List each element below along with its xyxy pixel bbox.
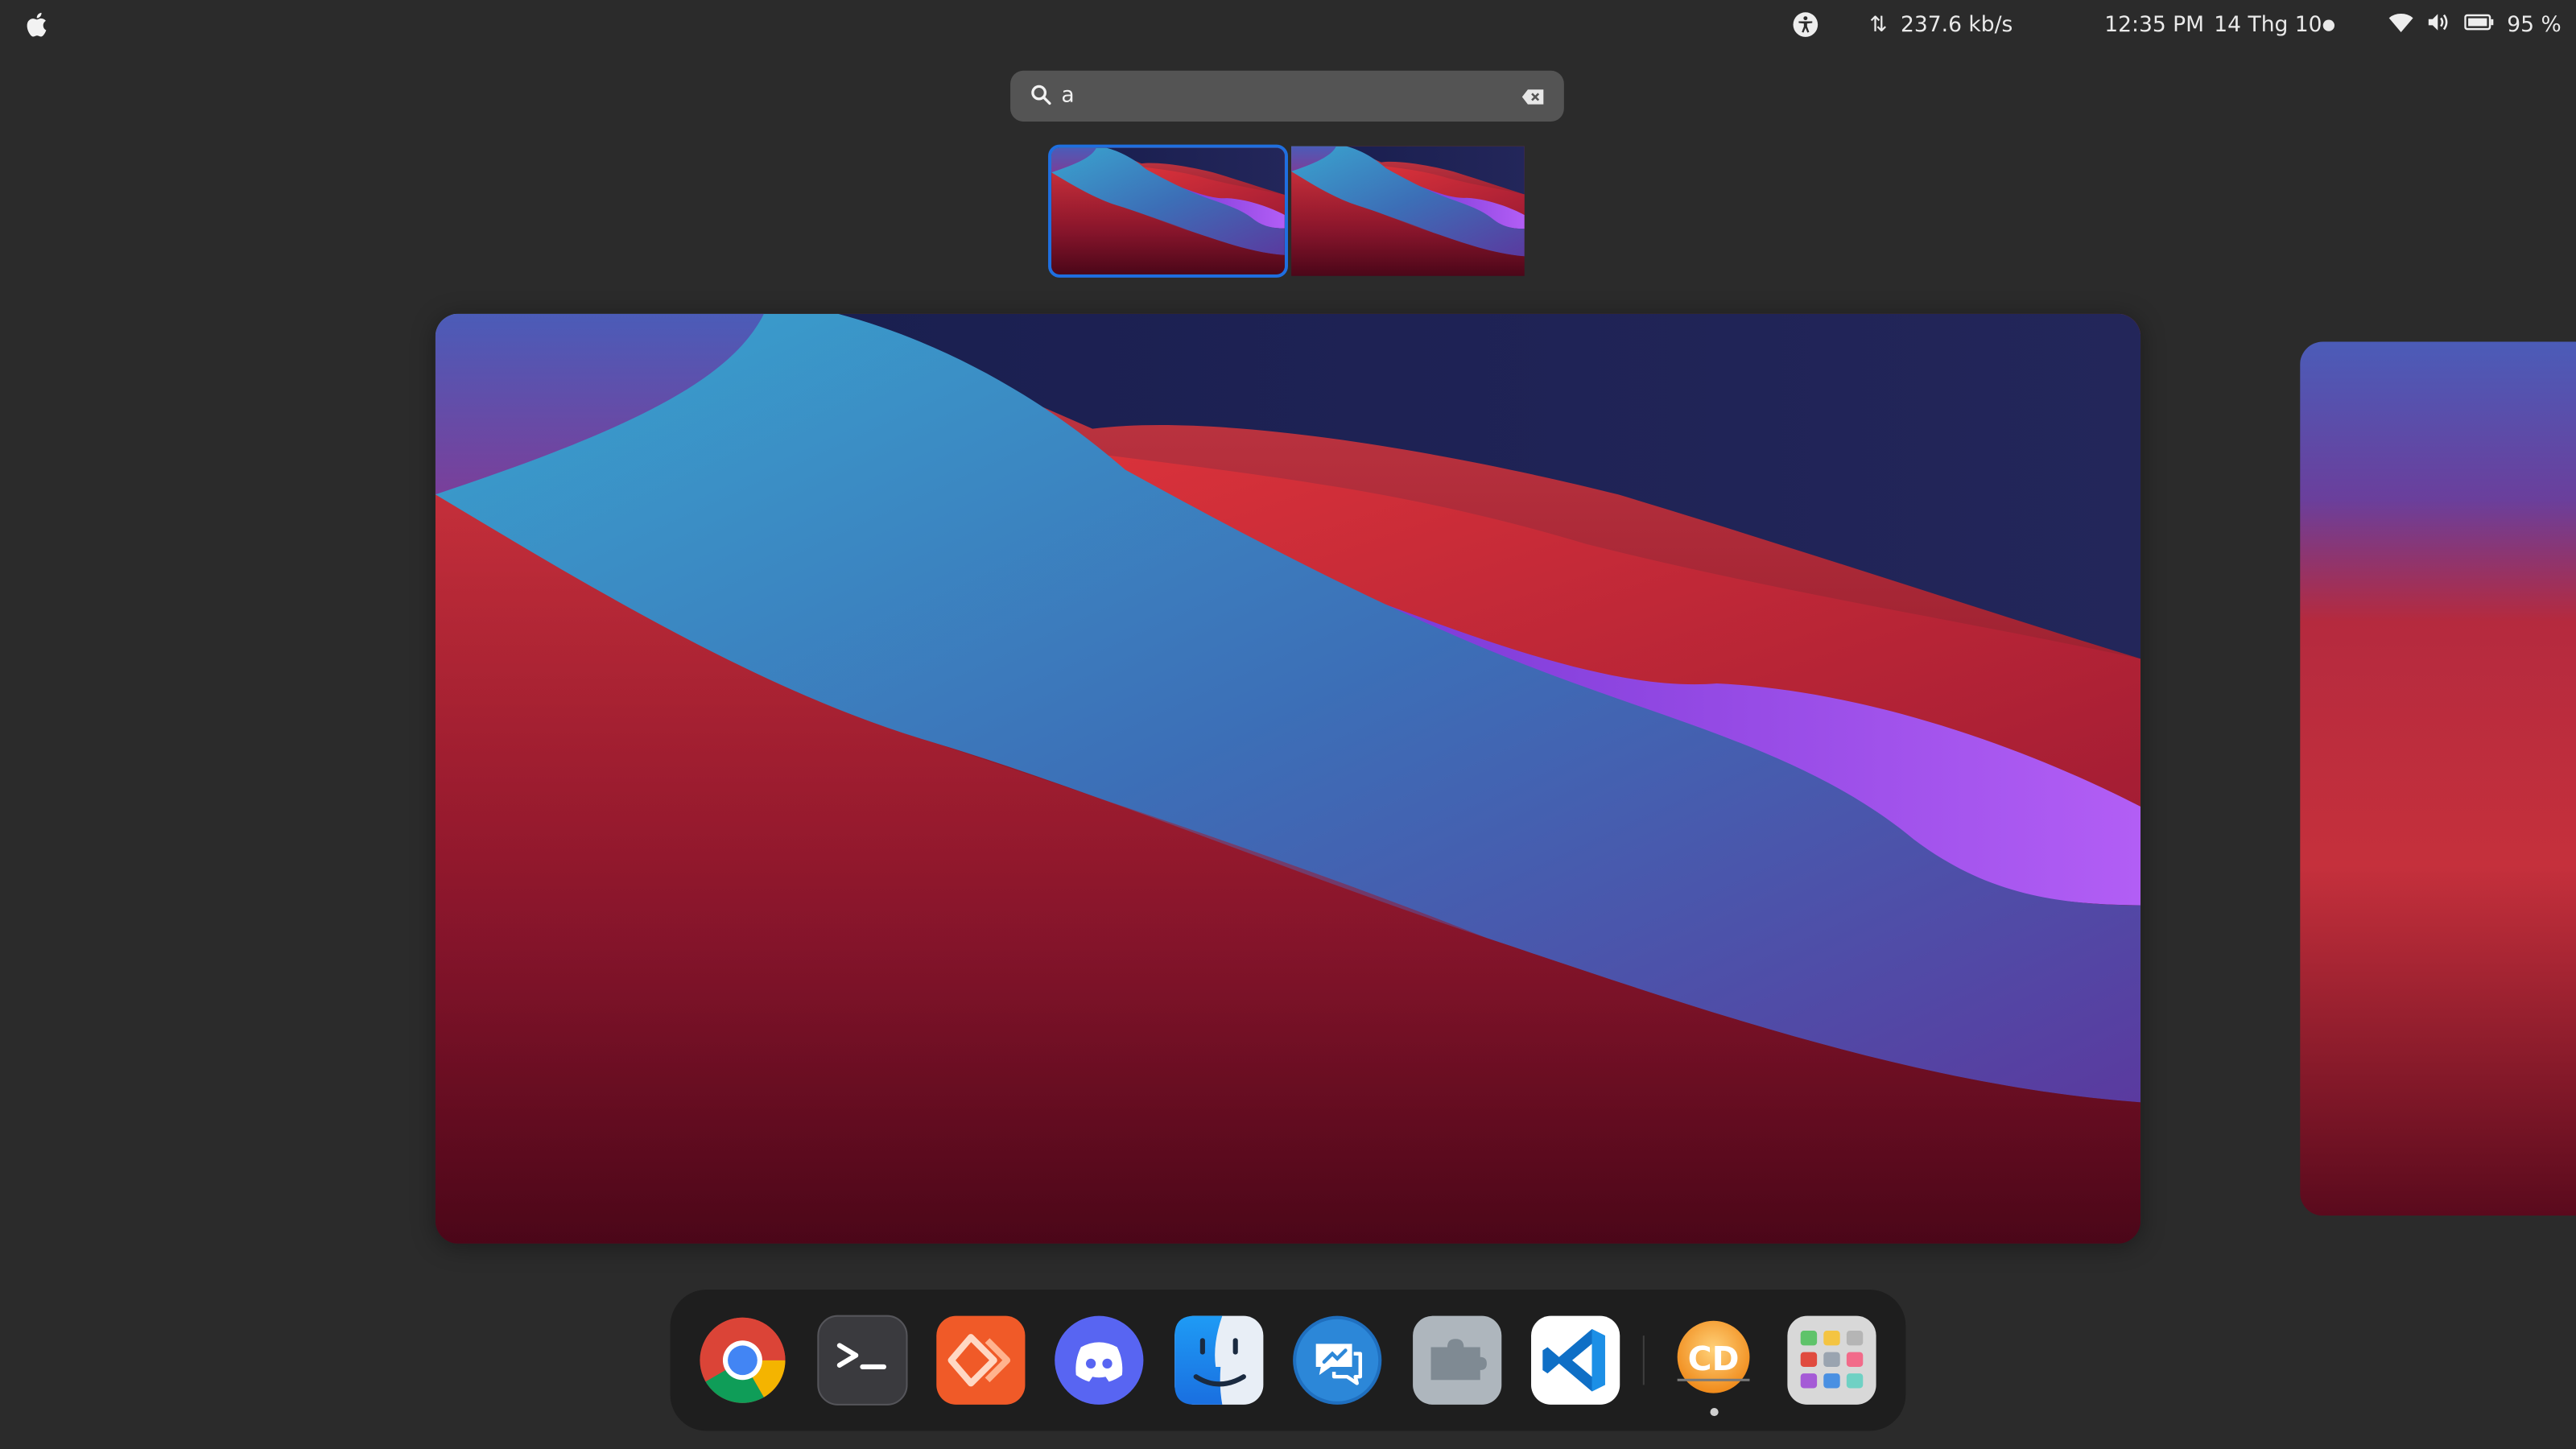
desktop-overview: ⇅ 237.6 kb/s 12:35 PM 14 Thg 10 95 % a C… [0,0,2576,1449]
workspace-thumbnail-1[interactable] [1048,144,1288,278]
terminal-icon[interactable] [816,1315,908,1406]
clear-input-icon[interactable] [1521,80,1545,112]
top-bar: ⇅ 237.6 kb/s 12:35 PM 14 Thg 10 95 % [0,0,2576,49]
finder-icon[interactable] [1173,1315,1265,1406]
dock-separator [1642,1335,1645,1385]
accessibility-icon[interactable] [1790,0,1820,49]
wifi-icon [2388,10,2413,39]
cd-app-icon[interactable]: CD [1667,1315,1759,1406]
volume-icon [2426,10,2451,39]
vscode-icon[interactable] [1530,1315,1621,1406]
date-label: 14 Thg 10 [2214,12,2322,37]
search-icon [1030,80,1052,112]
extensions-icon[interactable] [1411,1315,1503,1406]
notification-dot-icon[interactable] [2322,0,2334,49]
clock[interactable]: 12:35 PM 14 Thg 10 [2104,0,2322,49]
search-input[interactable] [1061,84,1521,109]
discord-icon[interactable] [1053,1315,1145,1406]
apple-logo-icon[interactable] [23,0,53,49]
battery-icon [2464,12,2494,37]
chrome-icon[interactable] [696,1315,788,1406]
svg-text:CD: CD [1688,1340,1740,1378]
network-speed-label: 237.6 kb/s [1901,12,2013,37]
battery-percentage: 95 % [2507,12,2562,37]
current-workspace-preview[interactable] [435,313,2141,1244]
messenger-icon[interactable] [1291,1315,1383,1406]
time-label: 12:35 PM [2104,12,2205,37]
running-indicator [1710,1407,1719,1417]
network-transfer-icon: ⇅ [1869,12,1888,37]
workspace-thumbnail-2[interactable] [1291,146,1525,276]
system-status-menu[interactable]: 95 % [2388,0,2562,49]
network-speed-indicator[interactable]: ⇅ 237.6 kb/s [1869,0,2013,49]
orange-diamond-app-icon[interactable] [935,1315,1026,1406]
dock: CD [670,1290,1906,1431]
search-bar[interactable] [1010,70,1564,122]
app-grid-icon[interactable] [1785,1315,1877,1406]
next-workspace-preview[interactable] [2300,341,2576,1216]
